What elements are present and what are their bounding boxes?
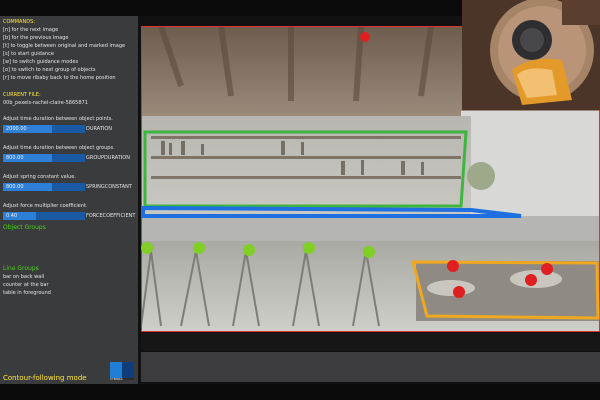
control-sidebar: COMMANDS: [n] for the next image [b] for… bbox=[0, 16, 138, 384]
command-line: [r] to move ribaby back to the home posi… bbox=[3, 75, 116, 81]
current-file-heading: CURRENT FILE: bbox=[3, 92, 41, 98]
command-line: [b] for the previous image bbox=[3, 35, 69, 41]
command-line: [n] for the next image bbox=[3, 27, 59, 33]
duration-prompt: Adjust time duration between object poin… bbox=[3, 116, 113, 122]
cyborg-logo: CYBORG bbox=[110, 362, 134, 381]
line-groups-heading: Line Groups bbox=[3, 265, 39, 272]
duration-slider[interactable]: 2000.00 bbox=[3, 125, 85, 133]
force-coefficient-prompt: Adjust force multiplier coefficient. bbox=[3, 203, 88, 209]
group-duration-label: GROUPDURATION bbox=[86, 155, 130, 161]
spring-constant-prompt: Adjust spring constant value. bbox=[3, 174, 76, 180]
duration-label: DURATION bbox=[86, 126, 113, 132]
logo-text: CYBORG bbox=[110, 377, 123, 381]
commands-heading: COMMANDS: bbox=[3, 19, 35, 25]
object-groups-heading: Object Groups bbox=[3, 224, 46, 231]
line-group-item[interactable]: counter at the bar bbox=[3, 282, 49, 289]
command-line: [o] to switch to next group of objects bbox=[3, 67, 96, 73]
status-panel bbox=[141, 352, 600, 382]
force-coefficient-label: FORCECOEFFICIENT bbox=[86, 213, 136, 219]
command-line: [w] to switch guidance modes bbox=[3, 59, 79, 65]
command-line: [s] to start guidance bbox=[3, 51, 54, 57]
viewport-divider bbox=[141, 333, 600, 351]
force-coefficient-slider[interactable]: 0.40 bbox=[3, 212, 85, 220]
current-file-name: 00b_pexels-rachel-claire-5865871 bbox=[3, 100, 88, 106]
slider-value: 800.00 bbox=[6, 155, 24, 161]
group-duration-slider[interactable]: 800.00 bbox=[3, 154, 85, 162]
slider-value: 2000.00 bbox=[6, 126, 27, 132]
spring-constant-slider[interactable]: 800.00 bbox=[3, 183, 85, 191]
command-line: [t] to toggle between original and marke… bbox=[3, 43, 126, 49]
slider-value: 800.00 bbox=[6, 184, 24, 190]
line-group-item[interactable]: table in foreground bbox=[3, 290, 51, 297]
slider-value: 0.40 bbox=[6, 213, 18, 219]
line-group-item[interactable]: bar on back wall bbox=[3, 274, 44, 281]
camera-feed-image bbox=[462, 0, 600, 110]
camera-feed bbox=[462, 0, 600, 110]
bottom-bar bbox=[0, 384, 600, 400]
guidance-mode-label: Contour-following mode bbox=[3, 374, 87, 382]
spring-constant-label: SPRINGCONSTANT bbox=[86, 184, 132, 190]
group-duration-prompt: Adjust time duration between object grou… bbox=[3, 145, 115, 151]
